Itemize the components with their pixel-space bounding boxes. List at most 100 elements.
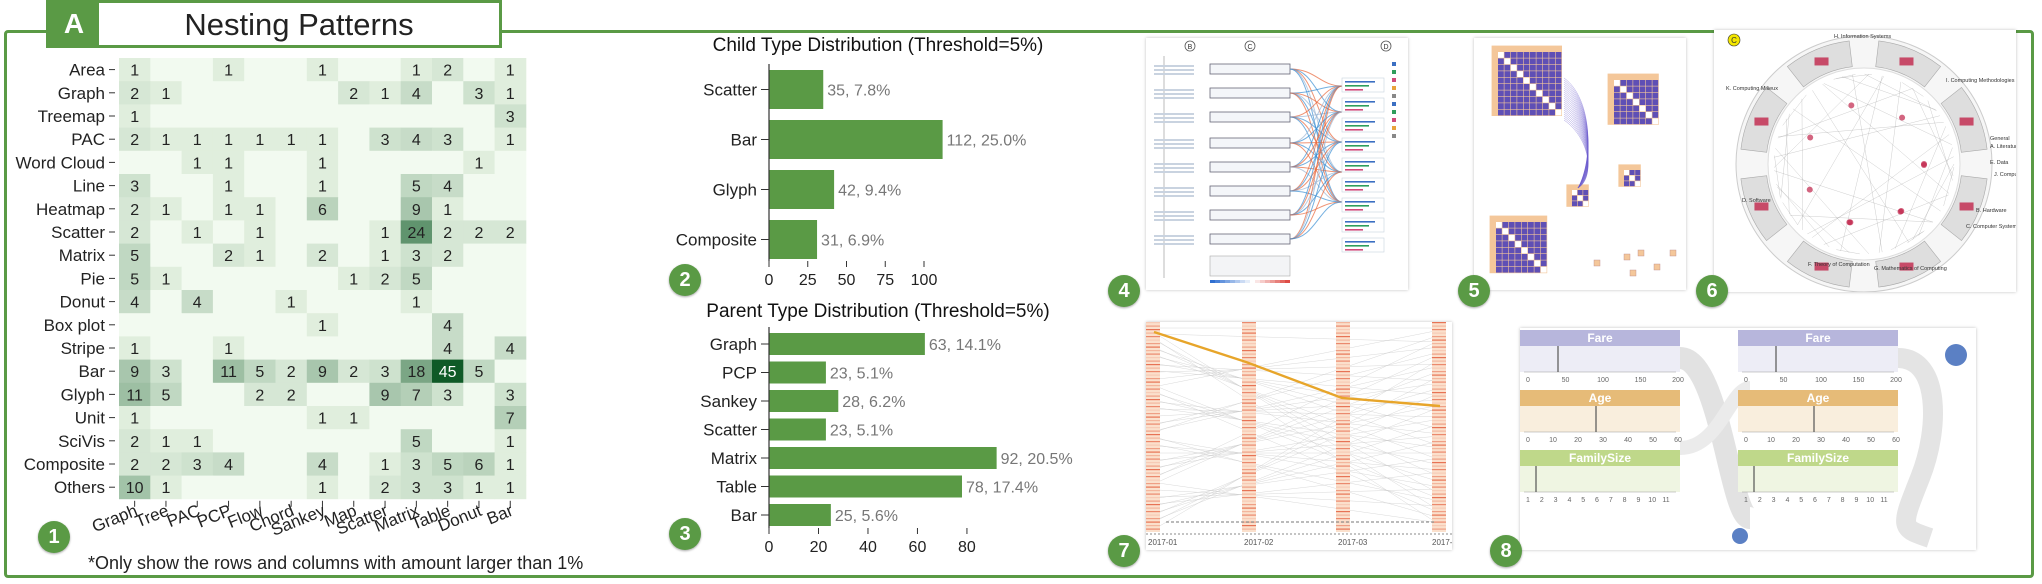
attribute-tick-label: 50	[1780, 377, 1788, 384]
word-line	[1345, 249, 1363, 251]
heatmap-cell-value: 7	[506, 411, 515, 428]
matrix-cell	[1542, 71, 1549, 77]
heatmap-cell-value: 2	[318, 248, 327, 265]
matrix-cell	[1528, 241, 1534, 247]
heatmap-cell-value: 1	[224, 132, 233, 149]
heatmap-cell-value: 1	[412, 295, 421, 312]
bar-value-label: 92, 20.5%	[1001, 451, 1073, 468]
matrix-cell	[1523, 71, 1530, 77]
word-line	[1345, 149, 1363, 151]
panel-badge-4: 4	[1108, 275, 1140, 307]
matrix-cell	[1536, 64, 1543, 71]
time-cell	[1432, 528, 1446, 530]
heatmap-cell-value: 1	[381, 225, 390, 242]
heatmap-cell	[244, 174, 276, 198]
heatmap-row-label: Treemap	[38, 107, 105, 126]
time-cell	[1242, 374, 1256, 376]
group-box	[1209, 87, 1291, 99]
time-cell	[1146, 514, 1160, 516]
x-tick-label: 0	[765, 539, 774, 556]
matrix-cell	[1639, 86, 1646, 93]
matrix-cell	[1626, 112, 1633, 118]
inner-circle	[1767, 67, 1961, 261]
time-cell	[1242, 451, 1256, 453]
time-cell	[1336, 360, 1350, 362]
matrix-cell	[1540, 234, 1547, 241]
segment-highlight	[1899, 57, 1914, 66]
matrix-cell	[1508, 222, 1515, 228]
time-cell	[1336, 490, 1350, 492]
time-cell	[1146, 490, 1160, 492]
bar	[769, 418, 826, 441]
heatmap-cell	[463, 174, 495, 198]
matrix-cell	[1521, 241, 1528, 247]
category-label: D. Software	[1742, 198, 1771, 204]
time-cell	[1146, 448, 1160, 450]
heatmap-cell	[338, 174, 370, 198]
bar-value-label: 35, 7.8%	[827, 83, 890, 100]
color-legend-swatch	[1265, 280, 1270, 283]
panel-badge-2: 2	[669, 264, 701, 296]
time-cell	[1242, 476, 1256, 478]
heatmap-cell	[432, 104, 464, 128]
attribute-body	[1520, 406, 1680, 432]
time-cell	[1336, 427, 1350, 429]
matrix-cell	[1536, 103, 1543, 109]
panel-marker-label: C	[1247, 44, 1252, 51]
time-cell	[1146, 521, 1160, 523]
heatmap-cell	[432, 429, 464, 453]
matrix-cell	[1521, 254, 1528, 260]
heatmap-cell-value: 1	[318, 155, 327, 172]
matrix-cell	[1542, 96, 1549, 103]
panel-marker-label: C	[1731, 36, 1737, 45]
graph-node	[1899, 114, 1906, 121]
heatmap-cell	[338, 475, 370, 500]
heatmap-cell	[338, 150, 370, 175]
word-line	[1345, 89, 1363, 91]
matrix-cell	[1614, 86, 1620, 93]
heatmap-cell-value: 4	[412, 86, 421, 103]
heatmap-cell-value: 10	[126, 480, 144, 497]
heatmap-cell	[244, 104, 276, 128]
heatmap-cell-value: 7	[412, 387, 421, 404]
heatmap-cell	[212, 406, 245, 430]
matrix-cell	[1530, 84, 1536, 90]
legend-swatch	[1392, 110, 1396, 114]
heatmap-cell-value: 1	[255, 225, 264, 242]
matrix-cell	[1523, 58, 1530, 65]
attribute-tick-label: 20	[1574, 437, 1582, 444]
matrix-cell	[1536, 109, 1543, 116]
time-cell	[1432, 493, 1446, 495]
mini-bar	[1154, 171, 1194, 173]
time-cell	[1336, 462, 1350, 464]
time-cell	[1242, 409, 1256, 411]
matrix-cell	[1498, 52, 1504, 58]
time-cell	[1336, 371, 1350, 373]
matrix-cell	[1624, 170, 1629, 175]
heatmap-cell	[275, 104, 308, 128]
matrix-cell	[1517, 58, 1523, 65]
matrix-cell	[1502, 260, 1509, 267]
heatmap-cell-value: 5	[443, 457, 452, 474]
matrix-cell	[1508, 266, 1515, 273]
time-cell	[1336, 504, 1350, 506]
matrix-cell	[1633, 112, 1639, 118]
panel-badge-8: 8	[1490, 535, 1522, 567]
matrix-cell	[1626, 118, 1633, 125]
heatmap-cell-value: 45	[439, 364, 457, 381]
heatmap-cell	[275, 313, 308, 337]
time-cell	[1432, 511, 1446, 513]
time-cell	[1242, 514, 1256, 516]
matrix-cell	[1536, 96, 1543, 103]
matrix-cell	[1536, 90, 1543, 97]
panel-badge-5: 5	[1458, 275, 1490, 307]
matrix-cell	[1583, 201, 1589, 207]
color-legend-swatch	[1275, 280, 1280, 283]
legend-swatch	[1392, 102, 1396, 106]
time-cell	[1432, 476, 1446, 478]
heatmap-cell-value: 5	[161, 387, 170, 404]
matrix-cell	[1528, 222, 1534, 228]
x-tick-label: 60	[909, 539, 927, 556]
matrix-cell	[1528, 247, 1534, 254]
time-cell	[1336, 441, 1350, 443]
